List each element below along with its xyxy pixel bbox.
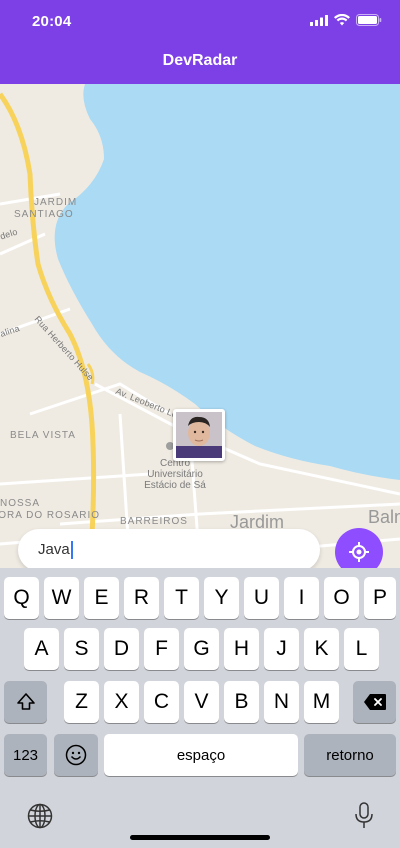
- poi-label: Centro Universitário Estácio de Sá: [140, 458, 210, 491]
- key-k[interactable]: K: [304, 628, 339, 670]
- key-t[interactable]: T: [164, 577, 199, 619]
- avatar-icon: [176, 412, 222, 458]
- map-label-bela-vista: BELA VISTA: [10, 430, 76, 441]
- key-j[interactable]: J: [264, 628, 299, 670]
- key-d[interactable]: D: [104, 628, 139, 670]
- key-p[interactable]: P: [364, 577, 396, 619]
- map-label-nossa: NOSSA: [0, 498, 41, 509]
- water-area: [54, 84, 400, 480]
- poi-line3: Estácio de Sá: [144, 480, 206, 491]
- app-title: DevRadar: [162, 52, 238, 69]
- status-icons: [310, 14, 382, 26]
- key-g[interactable]: G: [184, 628, 219, 670]
- keyboard: Q W E R T Y U I O P A S D F G H J K L Z …: [0, 568, 400, 848]
- map-label-jardim2: Jardim: [230, 512, 285, 532]
- tech-search-input[interactable]: Java: [18, 529, 320, 571]
- globe-icon: [27, 803, 53, 829]
- key-c[interactable]: C: [144, 681, 179, 723]
- backspace-key[interactable]: [353, 681, 396, 723]
- map-label-barreiros: BARREIROS: [120, 516, 188, 527]
- key-w[interactable]: W: [44, 577, 79, 619]
- shift-key[interactable]: [4, 681, 47, 723]
- key-v[interactable]: V: [184, 681, 219, 723]
- battery-icon: [356, 14, 382, 26]
- emoji-icon: [65, 744, 87, 766]
- emoji-key[interactable]: [54, 734, 98, 776]
- globe-button[interactable]: [24, 800, 56, 832]
- shift-icon: [16, 693, 35, 710]
- search-input-value: Java: [38, 541, 70, 558]
- key-y[interactable]: Y: [204, 577, 239, 619]
- signal-icon: [310, 14, 328, 26]
- key-h[interactable]: H: [224, 628, 259, 670]
- poi-line2: Universitário: [147, 469, 203, 480]
- map-graphics: [0, 84, 400, 568]
- crosshair-icon: [349, 542, 369, 562]
- text-caret: [70, 541, 73, 560]
- key-n[interactable]: N: [264, 681, 299, 723]
- app-header: 20:04 DevRadar: [0, 0, 400, 84]
- map-label-balneario: Baln: [368, 507, 400, 527]
- key-o[interactable]: O: [324, 577, 359, 619]
- key-l[interactable]: L: [344, 628, 379, 670]
- key-b[interactable]: B: [224, 681, 259, 723]
- key-m[interactable]: M: [304, 681, 339, 723]
- space-key[interactable]: espaço: [104, 734, 298, 776]
- home-indicator: [130, 835, 270, 840]
- numbers-key[interactable]: 123: [4, 734, 47, 776]
- key-z[interactable]: Z: [64, 681, 99, 723]
- wifi-icon: [334, 14, 350, 26]
- key-e[interactable]: E: [84, 577, 119, 619]
- key-q[interactable]: Q: [4, 577, 39, 619]
- return-key[interactable]: retorno: [304, 734, 396, 776]
- key-a[interactable]: A: [24, 628, 59, 670]
- map-label-santiago: SANTIAGO: [14, 209, 74, 220]
- key-x[interactable]: X: [104, 681, 139, 723]
- key-i[interactable]: I: [284, 577, 319, 619]
- dictation-button[interactable]: [348, 800, 380, 832]
- status-time: 20:04: [32, 13, 72, 30]
- key-r[interactable]: R: [124, 577, 159, 619]
- dev-marker-avatar[interactable]: [173, 409, 225, 461]
- map-view[interactable]: JARDIM SANTIAGO delo Rua Herberto Hulse …: [0, 84, 400, 568]
- key-s[interactable]: S: [64, 628, 99, 670]
- map-label-rosario: HORA DO ROSARIO: [0, 510, 101, 521]
- backspace-icon: [363, 694, 386, 710]
- microphone-icon: [355, 802, 373, 828]
- key-f[interactable]: F: [144, 628, 179, 670]
- key-u[interactable]: U: [244, 577, 279, 619]
- map-label-jardim: JARDIM: [34, 197, 78, 208]
